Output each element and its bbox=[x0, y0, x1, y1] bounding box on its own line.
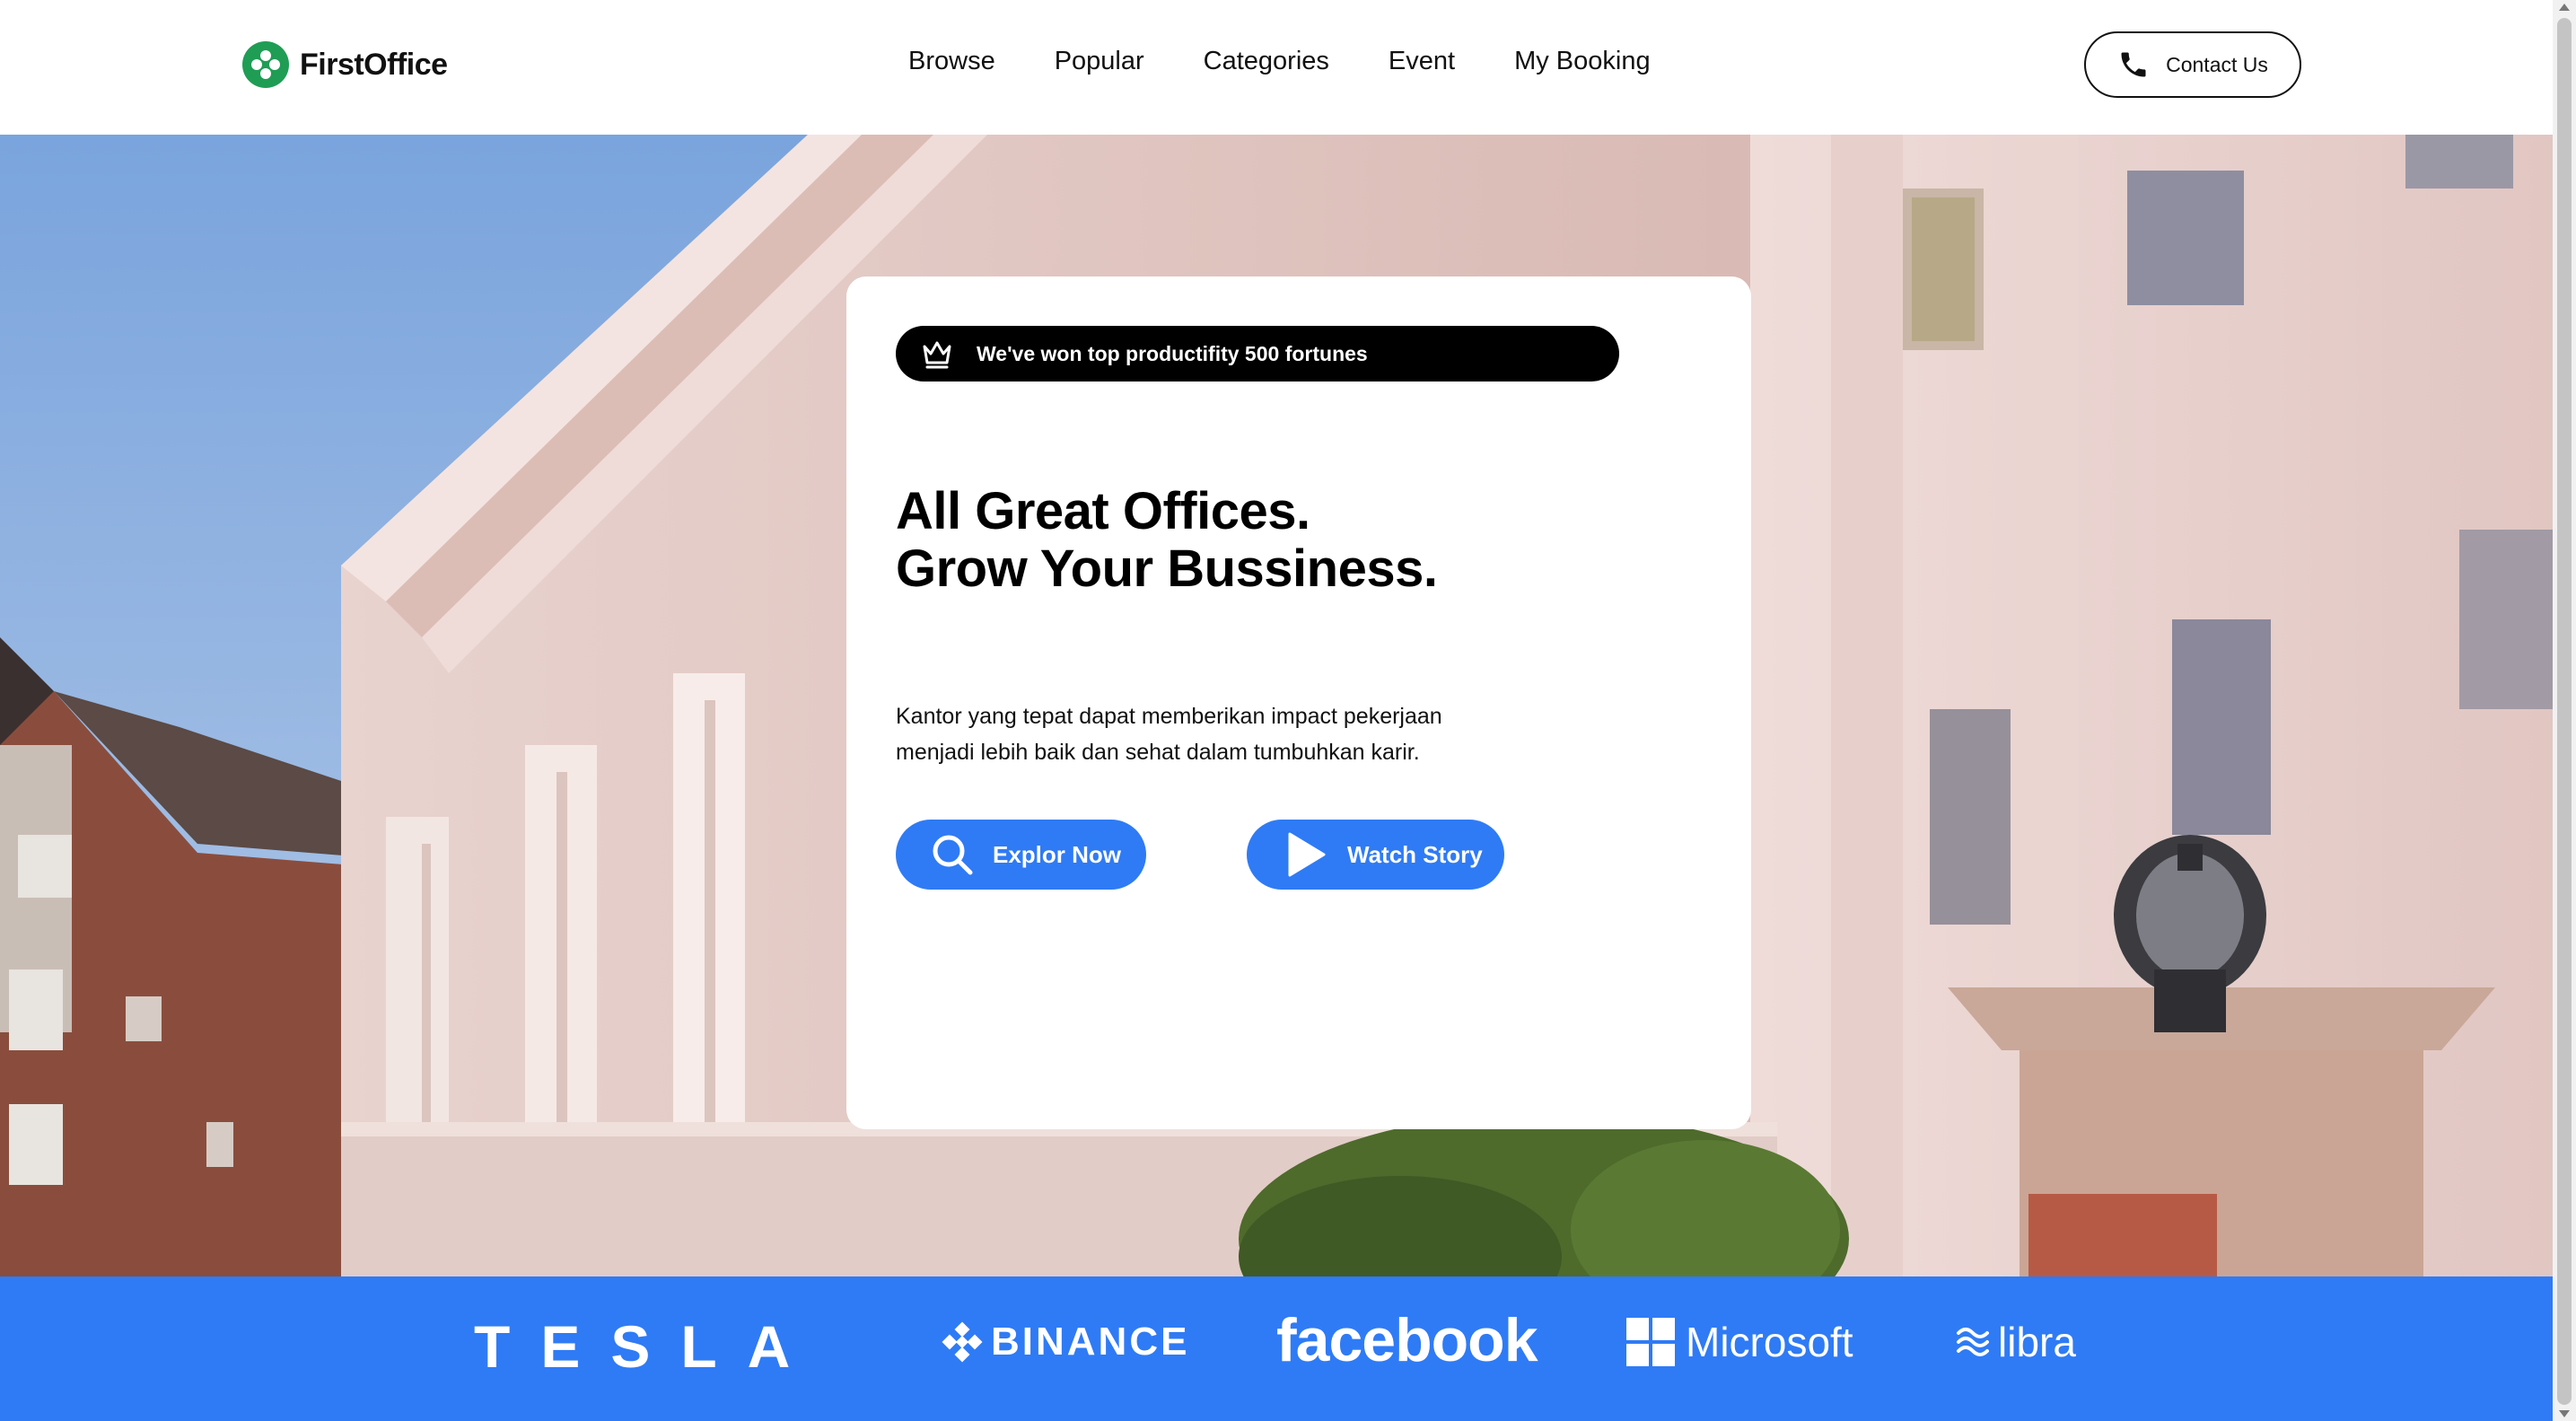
libra-wordmark: libra bbox=[1998, 1319, 2076, 1365]
nav-popular[interactable]: Popular bbox=[1055, 47, 1144, 76]
binance-wordmark: BINANCE bbox=[991, 1320, 1190, 1364]
scroll-down-arrow-icon[interactable] bbox=[2559, 1410, 2570, 1417]
hero-card: We've won top productifity 500 fortunes … bbox=[846, 276, 1751, 1129]
binance-logo: BINANCE bbox=[941, 1320, 1189, 1364]
microsoft-wordmark: Microsoft bbox=[1686, 1319, 1853, 1365]
microsoft-logo: Microsoft bbox=[1626, 1318, 1853, 1366]
explore-now-button[interactable]: Explor Now bbox=[896, 820, 1146, 890]
watch-story-label: Watch Story bbox=[1347, 840, 1483, 868]
nav-event[interactable]: Event bbox=[1389, 47, 1455, 76]
crown-icon bbox=[923, 341, 951, 369]
windows-icon bbox=[1626, 1318, 1675, 1366]
nav-categories[interactable]: Categories bbox=[1204, 47, 1329, 76]
phone-icon bbox=[2121, 52, 2146, 77]
hero-description: Kantor yang tepat dapat memberikan impac… bbox=[896, 704, 1442, 765]
explore-now-label: Explor Now bbox=[993, 840, 1122, 868]
partner-logos-strip: TESLA BINANCE facebook Microsoft libra bbox=[0, 1276, 2553, 1421]
logo-icon bbox=[242, 41, 289, 88]
libra-logo: libra bbox=[1955, 1318, 2076, 1366]
award-badge: We've won top productifity 500 fortunes bbox=[896, 326, 1619, 382]
scroll-thumb[interactable] bbox=[2557, 18, 2572, 1405]
search-icon bbox=[933, 835, 973, 875]
tesla-logo: TESLA bbox=[474, 1313, 821, 1380]
libra-waves-icon bbox=[1957, 1328, 1989, 1356]
binance-icon bbox=[942, 1321, 983, 1363]
play-icon bbox=[1288, 832, 1326, 877]
contact-us-label: Contact Us bbox=[2166, 52, 2268, 76]
nav-browse[interactable]: Browse bbox=[908, 47, 995, 76]
contact-us-button[interactable]: Contact Us bbox=[2084, 31, 2301, 98]
headline-line-2: Grow Your Bussiness. bbox=[896, 539, 1438, 598]
nav-my-booking[interactable]: My Booking bbox=[1514, 47, 1651, 76]
brand-name: FirstOffice bbox=[300, 47, 448, 82]
watch-story-button[interactable]: Watch Story bbox=[1247, 820, 1504, 890]
main-nav: Browse Popular Categories Event My Booki… bbox=[908, 47, 1710, 76]
brand-logo[interactable]: FirstOffice bbox=[242, 41, 448, 88]
hero-section: We've won top productifity 500 fortunes … bbox=[0, 135, 2553, 1276]
page-scrollbar[interactable] bbox=[2553, 0, 2576, 1421]
headline-line-1: All Great Offices. bbox=[896, 482, 1310, 540]
facebook-logo: facebook bbox=[1276, 1306, 1538, 1374]
scroll-up-arrow-icon[interactable] bbox=[2559, 4, 2570, 11]
top-header: FirstOffice Browse Popular Categories Ev… bbox=[0, 0, 2553, 135]
badge-text: We've won top productifity 500 fortunes bbox=[977, 341, 1368, 365]
hero-headline: All Great Offices. Grow Your Bussiness. bbox=[896, 482, 1438, 598]
